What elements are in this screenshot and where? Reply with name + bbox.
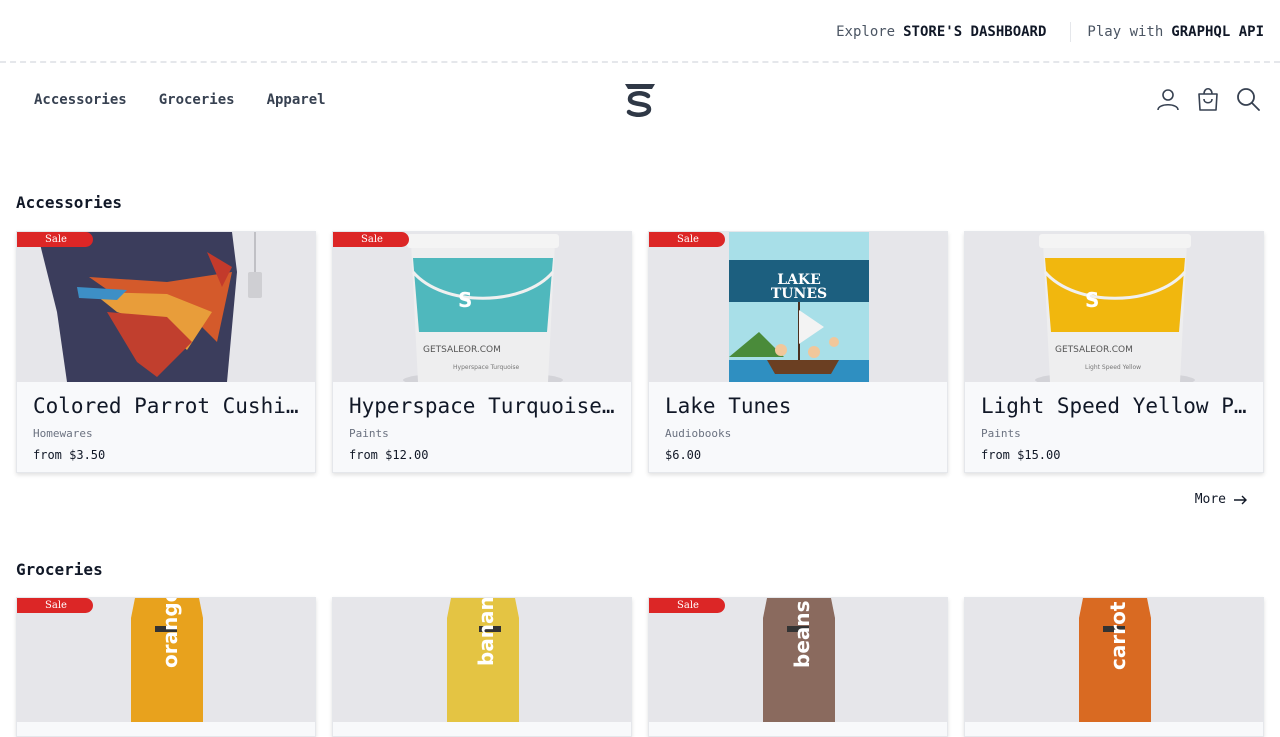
promo-bar: Explore STORE'S DASHBOARD Play with GRAP… [0,0,1280,63]
sale-badge: Sale [649,232,725,247]
svg-text:S: S [458,288,472,312]
product-name: Hyperspace Turquoise Paint [349,394,617,418]
nav-item-apparel[interactable]: Apparel [267,92,326,108]
svg-text:GETSALEOR.COM: GETSALEOR.COM [423,345,501,355]
cart-icon[interactable] [1196,87,1220,111]
product-name: Lake Tunes [665,394,792,418]
arrow-right-icon [1234,495,1247,504]
groceries-grid: orange s Sale banana s beans Sale carrot… [16,597,1264,737]
product-card[interactable]: LAKE TUNES Sale Lake Tunes Audiobooks $6… [648,231,948,473]
product-image: LAKE TUNES [649,232,947,382]
sale-badge: Sale [17,232,93,247]
product-image: S GETSALEOR.COM Hyperspace Turquoise [333,232,631,382]
product-card[interactable]: banana s [332,597,632,737]
product-image: carrot s [965,598,1263,722]
section-title-accessories: Accessories [16,193,122,212]
graphql-link-label[interactable]: GRAPHQL API [1171,24,1264,40]
product-card[interactable]: S GETSALEOR.COM Light Speed Yellow Light… [964,231,1264,473]
explore-prefix: Explore [836,24,896,40]
product-image: banana s [333,598,631,722]
search-icon[interactable] [1236,87,1260,111]
dashboard-link[interactable]: Explore STORE'S DASHBOARD [836,24,1046,40]
product-card[interactable]: Sale Colored Parrot Cushion Homewares fr… [16,231,316,473]
product-price: from $12.00 [349,448,429,462]
product-price: $6.00 [665,448,702,462]
book-title-line2: TUNES [771,286,827,302]
nav-item-accessories[interactable]: Accessories [34,92,127,108]
product-image: beans [649,598,947,722]
product-category: Audiobooks [665,427,732,440]
product-category: Homewares [33,427,93,440]
bottle-label: beans [790,600,814,668]
section-title-groceries: Groceries [16,560,103,579]
product-name: Colored Parrot Cushion [33,394,301,418]
graphql-link[interactable]: Play with GRAPHQL API [1087,24,1264,40]
divider [1070,22,1072,42]
product-image: orange s [17,598,315,722]
nav-actions [1156,87,1260,111]
svg-text:S: S [1085,288,1099,312]
sale-badge: Sale [17,598,93,613]
promo-links: Explore STORE'S DASHBOARD Play with GRAP… [836,22,1264,42]
product-category: Paints [349,427,389,440]
more-accessories-link[interactable]: More [1195,492,1248,507]
more-label: More [1194,492,1226,507]
product-card[interactable]: S GETSALEOR.COM Hyperspace Turquoise Sal… [332,231,632,473]
svg-text:Hyperspace Turquoise: Hyperspace Turquoise [453,364,520,371]
store-logo[interactable] [622,81,658,119]
svg-text:GETSALEOR.COM: GETSALEOR.COM [1055,345,1133,355]
nav-item-groceries[interactable]: Groceries [159,92,235,108]
main-navbar: Accessories Groceries Apparel [0,65,1280,137]
sale-badge: Sale [649,598,725,613]
product-image [17,232,315,382]
bottle-label: banana s [474,598,498,666]
dashboard-link-label[interactable]: STORE'S DASHBOARD [903,24,1046,40]
bottle-label: carrot s [1106,598,1130,670]
user-icon[interactable] [1156,87,1180,111]
product-card[interactable]: orange s Sale [16,597,316,737]
product-card[interactable]: carrot s [964,597,1264,737]
product-card[interactable]: beans Sale [648,597,948,737]
product-category: Paints [981,427,1021,440]
category-nav: Accessories Groceries Apparel [34,92,326,108]
bottle-label: orange s [158,598,182,668]
product-price: from $15.00 [981,448,1061,462]
product-name: Light Speed Yellow Paint [981,394,1249,418]
product-image: S GETSALEOR.COM Light Speed Yellow [965,232,1263,382]
accessories-grid: Sale Colored Parrot Cushion Homewares fr… [16,231,1264,473]
svg-text:Light Speed Yellow: Light Speed Yellow [1085,364,1141,371]
play-prefix: Play with [1087,24,1164,40]
sale-badge: Sale [333,232,409,247]
product-price: from $3.50 [33,448,106,462]
